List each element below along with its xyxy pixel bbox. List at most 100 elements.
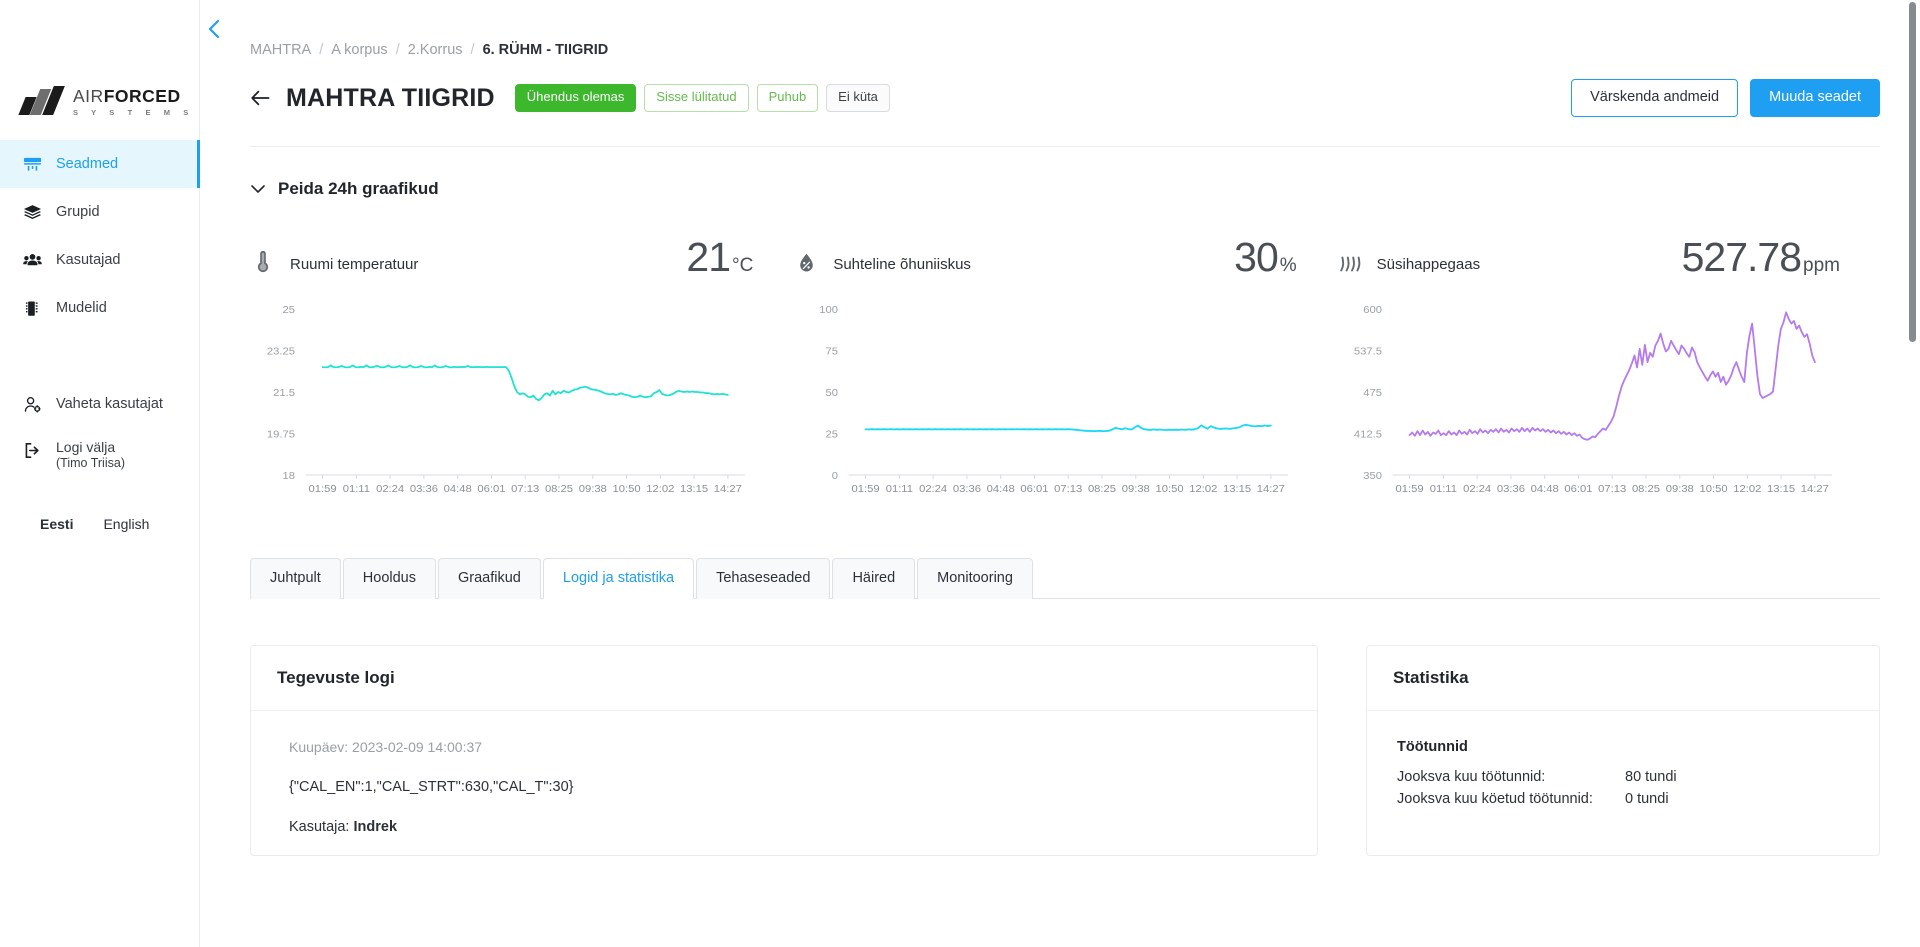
language-switcher: Eesti English bbox=[0, 486, 199, 532]
chart-plot-co2[interactable]: 600537.5475412.535001:5901:1102:2403:360… bbox=[1337, 305, 1840, 505]
activity-log-body: Kuupäev: 2023-02-09 14:00:37 {"CAL_EN":1… bbox=[251, 711, 1317, 855]
breadcrumb-separator: / bbox=[319, 42, 323, 58]
chart-x-tick-label: 02:24 bbox=[376, 483, 404, 495]
edit-device-button[interactable]: Muuda seadet bbox=[1750, 79, 1880, 117]
chart-plot-humidity[interactable]: 100755025001:5901:1102:2403:3604:4806:01… bbox=[793, 305, 1296, 505]
brand-logo[interactable]: AIRFORCED S Y S T E M S bbox=[0, 0, 199, 140]
chart-x-tick-label: 06:01 bbox=[477, 483, 505, 495]
sidebar-nav: Seadmed Grupid bbox=[0, 140, 199, 532]
page-scrollbar[interactable] bbox=[1909, 2, 1916, 945]
sidebar-item-grupid[interactable]: Grupid bbox=[0, 188, 199, 236]
chart-x-tick-label: 07:13 bbox=[511, 483, 539, 495]
chart-y-tick-label: 23.25 bbox=[267, 346, 295, 358]
sidebar-item-logi-valja[interactable]: Logi välja (Timo Triisa) bbox=[0, 428, 199, 486]
chart-card-co2: Süsihappegaas 527.78ppm 600537.5475412.5… bbox=[1337, 235, 1880, 505]
statistics-row-value: 0 tundi bbox=[1625, 791, 1669, 807]
tab-haired[interactable]: Häired bbox=[832, 558, 915, 599]
sidebar-item-vaheta-kasutajat[interactable]: Vaheta kasutajat bbox=[0, 380, 199, 428]
thermometer-icon bbox=[250, 251, 276, 281]
tab-hooldus[interactable]: Hooldus bbox=[343, 558, 436, 599]
chart-x-tick-label: 01:11 bbox=[1429, 483, 1456, 495]
breadcrumb-separator: / bbox=[396, 42, 400, 58]
chart-x-tick-label: 13:15 bbox=[680, 483, 708, 495]
sidebar-collapse-button[interactable] bbox=[201, 16, 227, 42]
main-content: MAHTRA / A korpus / 2.Korrus / 6. RÜHM -… bbox=[200, 0, 1920, 947]
logo-subtext: S Y S T E M S bbox=[73, 109, 194, 117]
tab-juhtpult[interactable]: Juhtpult bbox=[250, 558, 341, 599]
sidebar-item-kasutajad[interactable]: Kasutajad bbox=[0, 236, 199, 284]
toggle-24h-charts[interactable]: Peida 24h graafikud bbox=[250, 179, 1880, 199]
tab-bar: Juhtpult Hooldus Graafikud Logid ja stat… bbox=[250, 557, 1880, 599]
chart-x-tick-label: 04:48 bbox=[987, 483, 1015, 495]
sidebar-item-seadmed[interactable]: Seadmed bbox=[0, 140, 199, 188]
breadcrumb-item-2[interactable]: 2.Korrus bbox=[408, 42, 463, 58]
language-option-english[interactable]: English bbox=[103, 516, 149, 532]
chart-series-line bbox=[1409, 312, 1814, 439]
tab-logid-ja-statistika[interactable]: Logid ja statistika bbox=[543, 558, 694, 599]
activity-log-title: Tegevuste logi bbox=[251, 646, 1317, 711]
chart-card-temperature: Ruumi temperatuur 21°C 2523.2521.519.751… bbox=[250, 235, 793, 505]
tab-monitooring[interactable]: Monitooring bbox=[917, 558, 1033, 599]
statistics-row-value: 80 tundi bbox=[1625, 769, 1677, 785]
panel-row: Tegevuste logi Kuupäev: 2023-02-09 14:00… bbox=[250, 645, 1880, 856]
sidebar-item-mudelid[interactable]: Mudelid bbox=[0, 284, 199, 332]
chart-value-unit: ppm bbox=[1803, 255, 1840, 277]
chart-current-value: 527.78ppm bbox=[1682, 234, 1840, 281]
chart-x-tick-label: 14:27 bbox=[1257, 483, 1285, 495]
statistics-panel: Statistika Töötunnid Jooksva kuu töötunn… bbox=[1366, 645, 1880, 856]
statistics-group-title: Töötunnid bbox=[1397, 739, 1849, 755]
chart-x-tick-label: 01:59 bbox=[1395, 483, 1423, 495]
logo-text-bold: FORCED bbox=[104, 86, 181, 106]
chart-series-line bbox=[323, 365, 728, 400]
chart-x-tick-label: 02:24 bbox=[1463, 483, 1491, 495]
chart-row: Ruumi temperatuur 21°C 2523.2521.519.751… bbox=[250, 235, 1880, 505]
hvac-unit-icon bbox=[22, 154, 42, 174]
chart-y-tick-label: 412.5 bbox=[1354, 429, 1382, 441]
logout-icon bbox=[22, 440, 42, 460]
scrollbar-thumb[interactable] bbox=[1909, 2, 1916, 342]
chart-x-tick-label: 03:36 bbox=[1497, 483, 1525, 495]
chart-plot-temperature[interactable]: 2523.2521.519.751801:5901:1102:2403:3604… bbox=[250, 305, 753, 505]
refresh-data-button[interactable]: Värskenda andmeid bbox=[1571, 79, 1738, 117]
chart-x-tick-label: 09:38 bbox=[1122, 483, 1150, 495]
back-button[interactable] bbox=[250, 90, 272, 106]
chart-x-tick-label: 12:02 bbox=[1733, 483, 1761, 495]
chart-svg: 2523.2521.519.751801:5901:1102:2403:3604… bbox=[250, 305, 753, 505]
chart-x-tick-label: 07:13 bbox=[1055, 483, 1083, 495]
log-entry-date: Kuupäev: 2023-02-09 14:00:37 bbox=[289, 739, 1291, 755]
chart-x-tick-label: 04:48 bbox=[1530, 483, 1558, 495]
tab-tehaseseaded[interactable]: Tehaseseaded bbox=[696, 558, 830, 599]
chart-x-tick-label: 06:01 bbox=[1564, 483, 1592, 495]
chart-value-number: 21 bbox=[686, 234, 730, 281]
breadcrumb-item-0[interactable]: MAHTRA bbox=[250, 42, 311, 58]
chart-y-tick-label: 100 bbox=[820, 304, 839, 316]
chevron-left-icon bbox=[206, 18, 222, 40]
chart-x-tick-label: 12:02 bbox=[646, 483, 674, 495]
arrow-left-icon bbox=[250, 90, 270, 106]
chart-x-tick-label: 14:27 bbox=[714, 483, 742, 495]
sidebar-item-label: Grupid bbox=[56, 204, 100, 220]
chart-x-tick-label: 10:50 bbox=[612, 483, 640, 495]
tab-graafikud[interactable]: Graafikud bbox=[438, 558, 541, 599]
chart-x-tick-label: 01:59 bbox=[852, 483, 880, 495]
chip-icon bbox=[22, 298, 42, 318]
chart-x-tick-label: 08:25 bbox=[1088, 483, 1116, 495]
humidity-icon bbox=[793, 252, 819, 281]
main-inner: MAHTRA / A korpus / 2.Korrus / 6. RÜHM -… bbox=[200, 0, 1920, 856]
sidebar: AIRFORCED S Y S T E M S Seadmed bbox=[0, 0, 200, 947]
chart-x-tick-label: 13:15 bbox=[1223, 483, 1251, 495]
chart-title: Suhteline õhuniiskus bbox=[833, 256, 971, 281]
breadcrumb: MAHTRA / A korpus / 2.Korrus / 6. RÜHM -… bbox=[250, 0, 1880, 58]
breadcrumb-item-1[interactable]: A korpus bbox=[331, 42, 387, 58]
sidebar-item-label: Kasutajad bbox=[56, 252, 121, 268]
chart-x-tick-label: 10:50 bbox=[1699, 483, 1727, 495]
statistics-title: Statistika bbox=[1367, 646, 1879, 711]
sidebar-current-user: (Timo Triisa) bbox=[56, 456, 125, 470]
chart-current-value: 30% bbox=[1234, 234, 1297, 281]
header-divider bbox=[250, 146, 1880, 147]
breadcrumb-item-3: 6. RÜHM - TIIGRID bbox=[483, 42, 609, 58]
chart-x-tick-label: 01:59 bbox=[309, 483, 337, 495]
app-root: AIRFORCED S Y S T E M S Seadmed bbox=[0, 0, 1920, 947]
chart-y-tick-label: 18 bbox=[282, 470, 295, 482]
language-option-eesti[interactable]: Eesti bbox=[40, 516, 73, 532]
